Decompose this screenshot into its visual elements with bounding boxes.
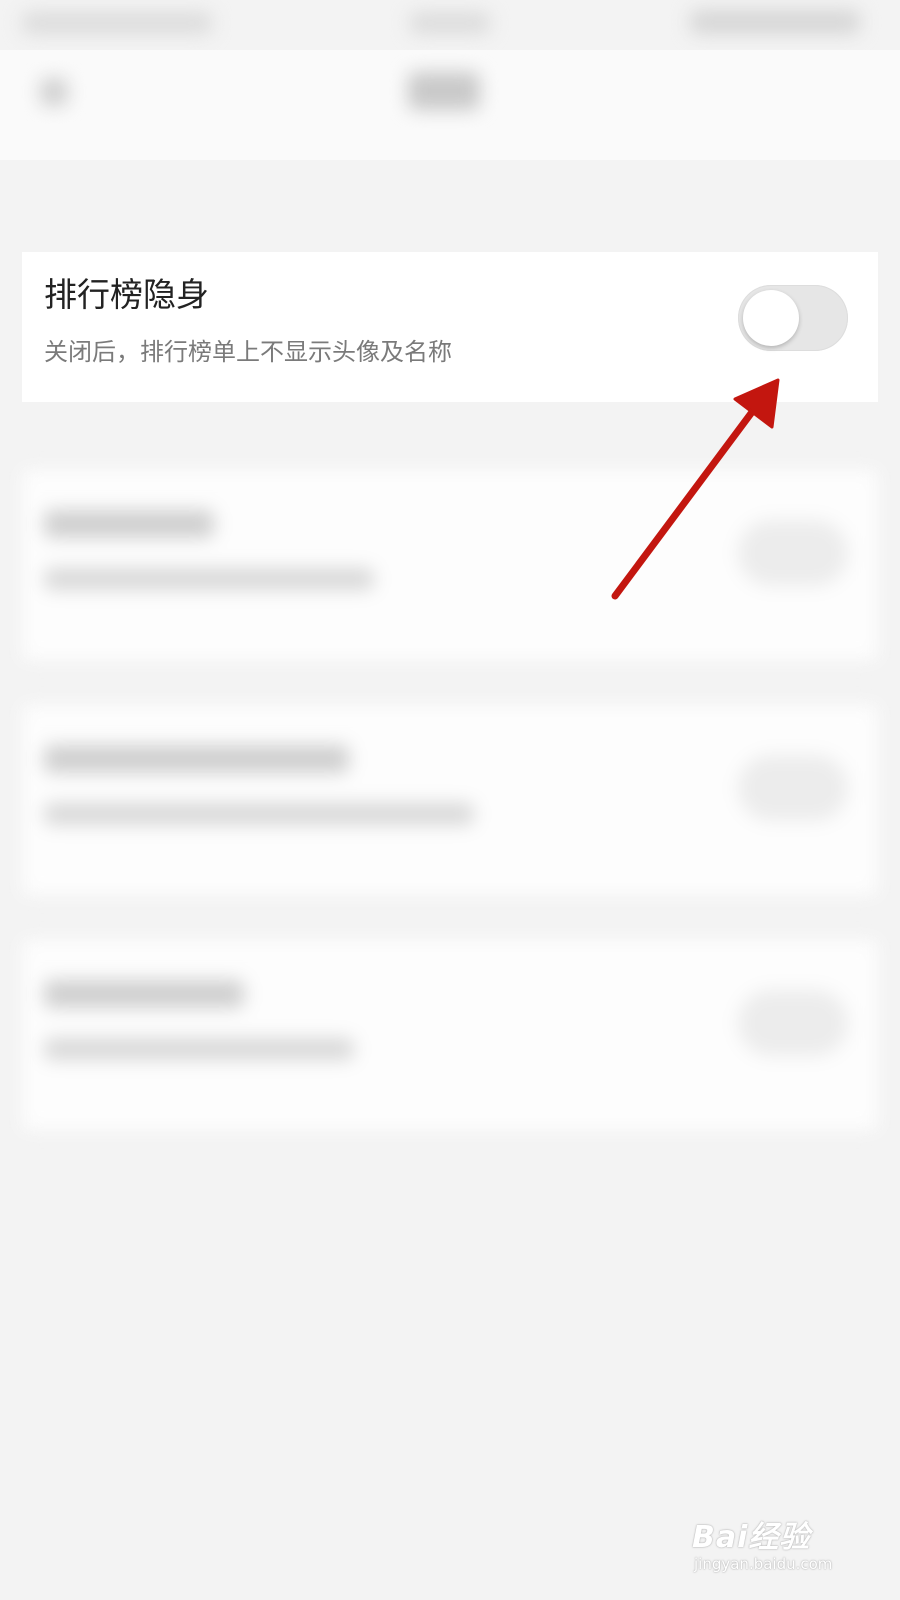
blurred-setting-row <box>22 705 878 895</box>
leaderboard-invisible-setting: 排行榜隐身 关闭后，排行榜单上不显示头像及名称 <box>22 252 878 402</box>
blurred-row-toggle[interactable] <box>738 990 848 1056</box>
blurred-row-description <box>44 568 374 590</box>
status-bar <box>0 0 900 50</box>
setting-title: 排行榜隐身 <box>44 275 209 314</box>
blurred-row-title <box>44 980 244 1008</box>
blurred-row-title <box>44 510 214 538</box>
page-title <box>408 72 480 110</box>
blurred-row-title <box>44 745 349 773</box>
leaderboard-invisible-toggle[interactable] <box>738 285 848 351</box>
status-bar-time <box>410 12 490 34</box>
back-icon[interactable] <box>40 78 68 106</box>
blurred-row-description <box>44 1038 354 1060</box>
blurred-row-description <box>44 803 474 825</box>
status-bar-left-info <box>22 12 212 34</box>
watermark-url: jingyan.baidu.com <box>694 1555 833 1573</box>
toggle-knob <box>743 290 799 346</box>
blurred-row-toggle[interactable] <box>738 520 848 586</box>
page-header <box>0 50 900 160</box>
blurred-row-toggle[interactable] <box>738 755 848 821</box>
blurred-setting-row <box>22 470 878 660</box>
blurred-setting-row <box>22 940 878 1130</box>
status-bar-right-icons <box>690 10 860 34</box>
baidu-jingyan-watermark: Bai经验 jingyan.baidu.com <box>688 1500 858 1580</box>
setting-description: 关闭后，排行榜单上不显示头像及名称 <box>44 338 452 366</box>
watermark-brand: Bai经验 <box>692 1520 811 1555</box>
